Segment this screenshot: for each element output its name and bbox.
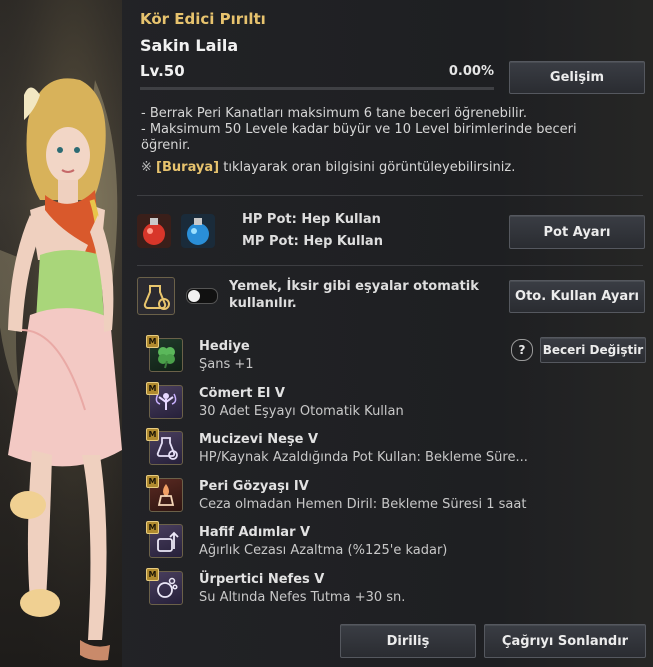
- skill-description: Ceza olmadan Hemen Diril: Bekleme Süresi…: [199, 497, 527, 512]
- skill-grade-badge: M: [146, 335, 159, 348]
- change-skill-button[interactable]: Beceri Değiştir: [540, 337, 646, 363]
- rate-info-link[interactable]: [Buraya]: [156, 160, 219, 175]
- hp-pot-setting: HP Pot: Hep Kullan: [242, 212, 381, 227]
- info-line-2: - Maksimum 50 Levele kadar büyür ve 10 L…: [141, 122, 577, 137]
- skill-grade-badge: M: [146, 382, 159, 395]
- toggle-knob: [188, 290, 200, 302]
- potion-gear-icon: M: [146, 428, 183, 465]
- skill-description: Ağırlık Cezası Azaltma (%125'e kadar): [199, 543, 448, 558]
- tear-potion-icon: M: [146, 475, 183, 512]
- hp-potion-icon: [137, 214, 171, 248]
- pet-name: Sakin Laila: [140, 36, 239, 55]
- info-line-2b: öğrenir.: [141, 138, 191, 153]
- auto-use-settings-button[interactable]: Oto. Kullan Ayarı: [509, 280, 645, 313]
- mp-pot-setting: MP Pot: Hep Kullan: [242, 234, 383, 249]
- fairy-portrait: [0, 0, 122, 667]
- divider: [137, 265, 643, 266]
- skill-name: Ürpertici Nefes V: [199, 572, 325, 587]
- fairy-illustration: [0, 0, 122, 667]
- auto-use-icon: [137, 277, 175, 315]
- xp-percent: 0.00%: [448, 64, 494, 79]
- pot-settings-button[interactable]: Pot Ayarı: [509, 215, 645, 249]
- end-call-button[interactable]: Çağrıyı Sonlandır: [484, 624, 646, 658]
- pet-level: Lv.50: [140, 62, 185, 80]
- revive-button[interactable]: Diriliş: [340, 624, 476, 658]
- note-mark: ※: [141, 160, 152, 175]
- skill-name: Cömert El V: [199, 386, 285, 401]
- pet-detail-panel: [122, 0, 653, 667]
- pet-title: Kör Edici Pırıltı: [140, 10, 266, 28]
- help-icon[interactable]: ?: [511, 339, 533, 361]
- clover-icon: M: [146, 335, 183, 372]
- skill-description: Su Altında Nefes Tutma +30 sn.: [199, 590, 406, 605]
- auto-use-toggle[interactable]: [186, 288, 218, 304]
- skill-name: Peri Gözyaşı IV: [199, 479, 309, 494]
- skill-name: Hediye: [199, 339, 250, 354]
- skill-description: Şans +1: [199, 357, 254, 372]
- mp-potion-icon: [181, 214, 215, 248]
- skill-name: Hafif Adımlar V: [199, 525, 311, 540]
- auto-use-text-line-1: Yemek, İksir gibi eşyalar otomatik: [229, 279, 479, 294]
- xp-progress-bar: [140, 87, 494, 90]
- auto-use-text: Yemek, İksir gibi eşyalar otomatik kulla…: [229, 278, 479, 312]
- skill-description: HP/Kaynak Azaldığında Pot Kullan: Beklem…: [199, 450, 528, 465]
- develop-button[interactable]: Gelişim: [509, 61, 645, 94]
- skill-grade-badge: M: [146, 428, 159, 441]
- weight-icon: M: [146, 521, 183, 558]
- skill-grade-badge: M: [146, 475, 159, 488]
- fairy-icon: M: [146, 382, 183, 419]
- divider: [137, 195, 643, 196]
- info-line-1: - Berrak Peri Kanatları maksimum 6 tane …: [141, 106, 527, 121]
- note-text: tıklayarak oran bilgisini görüntüleyebil…: [223, 160, 516, 175]
- skill-name: Mucizevi Neşe V: [199, 432, 319, 447]
- skill-grade-badge: M: [146, 568, 159, 581]
- rate-info-note: ※ [Buraya] tıklayarak oran bilgisini gör…: [141, 160, 515, 175]
- skill-grade-badge: M: [146, 521, 159, 534]
- skill-description: 30 Adet Eşyayı Otomatik Kullan: [199, 404, 404, 419]
- breath-icon: M: [146, 568, 183, 605]
- auto-use-text-line-2: kullanılır.: [229, 296, 297, 311]
